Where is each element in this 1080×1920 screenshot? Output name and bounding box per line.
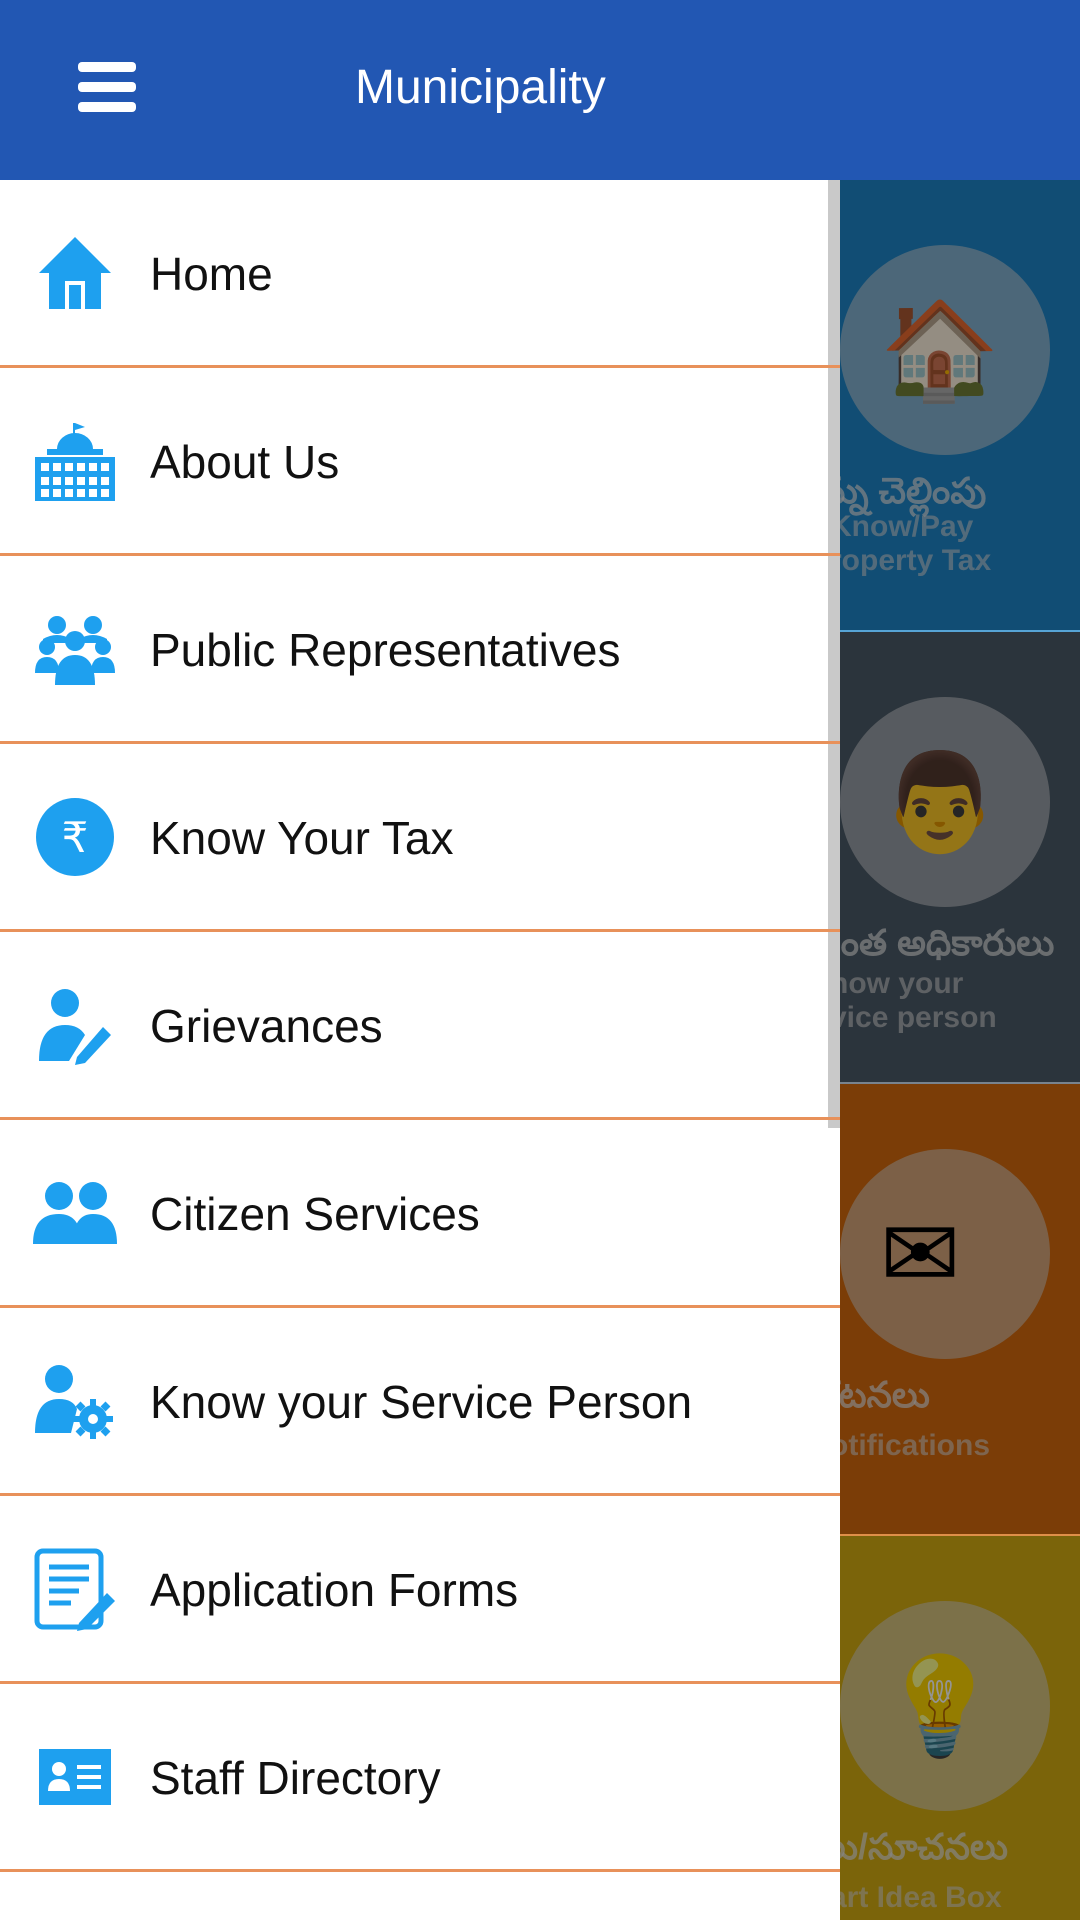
tile-notifications[interactable]: ✉ కటనలు otifications [840, 1084, 1080, 1536]
menu-item-grievances[interactable]: Grievances [0, 932, 840, 1120]
id-card-icon [32, 1734, 118, 1820]
menu-label: Staff Directory [150, 1752, 441, 1804]
menu-label: About Us [150, 436, 340, 488]
menu-item-know-your-tax[interactable]: ₹ Know Your Tax [0, 744, 840, 932]
people-icon [32, 1170, 118, 1256]
menu-label: Application Forms [150, 1564, 519, 1616]
app-bar: Municipality [0, 0, 1080, 180]
home-icon [32, 230, 118, 316]
user-edit-icon [32, 982, 118, 1068]
menu-item-home[interactable]: Home [0, 180, 840, 368]
menu-item-application-forms[interactable]: Application Forms [0, 1496, 840, 1684]
form-edit-icon [32, 1546, 118, 1632]
app-title: Municipality [355, 61, 606, 114]
background-tiles: 🏠 న్ను చెల్లింపు Know/Pay roperty Tax 👨 … [840, 180, 1080, 1920]
svg-text:₹: ₹ [62, 813, 89, 862]
tile-idea-box[interactable]: 💡 లు/సూచనలు art Idea Box [840, 1536, 1080, 1920]
menu-item-staff-directory[interactable]: Staff Directory [0, 1684, 840, 1872]
group-icon [32, 606, 118, 692]
hamburger-icon[interactable] [78, 62, 136, 112]
tile-property-tax[interactable]: 🏠 న్ను చెల్లింపు Know/Pay roperty Tax [840, 180, 1080, 632]
menu-label: Home [150, 248, 273, 300]
building-icon [32, 418, 118, 504]
menu-label: Know Your Tax [150, 812, 454, 864]
menu-label: Grievances [150, 1000, 383, 1052]
tile-service-person[interactable]: 👨 ంత అధికారులు now your vice person [840, 632, 1080, 1084]
menu-label: Public Representatives [150, 624, 621, 676]
rupee-icon: ₹ [32, 794, 118, 880]
menu-item-citizen-services[interactable]: Citizen Services [0, 1120, 840, 1308]
menu-item-about-us[interactable]: About Us [0, 368, 840, 556]
navigation-drawer: Home About Us Public Representatives ₹ K… [0, 180, 840, 1920]
menu-label: Citizen Services [150, 1188, 480, 1240]
menu-item-public-representatives[interactable]: Public Representatives [0, 556, 840, 744]
menu-item-know-your-service-person[interactable]: Know your Service Person [0, 1308, 840, 1496]
menu-label: Know your Service Person [150, 1376, 693, 1428]
user-gear-icon [32, 1358, 118, 1444]
